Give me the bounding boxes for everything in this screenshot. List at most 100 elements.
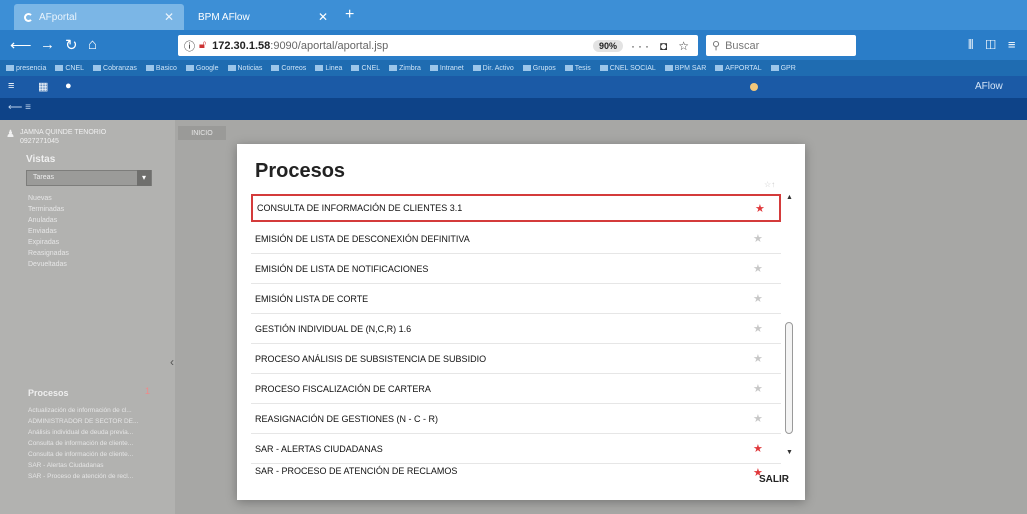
bookmark-item[interactable]: Noticias bbox=[228, 65, 263, 72]
close-icon[interactable]: ✕ bbox=[318, 10, 328, 24]
user-id: 0927271045 bbox=[20, 138, 59, 145]
bookmark-item[interactable]: Cobranzas bbox=[93, 65, 137, 72]
library-icon[interactable]: ⫴ bbox=[968, 37, 985, 52]
scroll-up-icon[interactable]: ▲ bbox=[786, 194, 793, 201]
vistas-item[interactable]: Enviadas bbox=[28, 226, 69, 237]
bookmark-item[interactable]: Linea bbox=[315, 65, 342, 72]
forward-icon[interactable]: → bbox=[40, 36, 55, 53]
process-row[interactable]: PROCESO FISCALIZACIÓN DE CARTERA ★ bbox=[251, 374, 781, 404]
favorite-star-icon[interactable]: ★ bbox=[753, 442, 763, 455]
process-row[interactable]: EMISIÓN DE LISTA DE NOTIFICACIONES ★ bbox=[251, 254, 781, 284]
tab-afportal[interactable]: AFportal ✕ bbox=[14, 4, 184, 30]
collapse-icon[interactable]: ‹ bbox=[170, 355, 174, 369]
favorite-star-icon[interactable]: ★ bbox=[755, 202, 765, 215]
chevron-down-icon[interactable]: ▾ bbox=[137, 170, 151, 186]
bookmarks-bar: presencia CNEL Cobranzas Basico Google Notici… bbox=[0, 60, 1027, 76]
back-arrow-icon[interactable]: ⟵ ≡ bbox=[8, 102, 31, 113]
bookmark-item[interactable]: CNEL SOCIAL bbox=[600, 65, 656, 72]
bookmark-item[interactable]: Zimbra bbox=[389, 65, 421, 72]
bookmark-item[interactable]: AFPORTAL bbox=[715, 65, 761, 72]
pocket-icon[interactable]: ◘ bbox=[660, 39, 670, 53]
search-input[interactable]: ⚲ Buscar bbox=[706, 35, 856, 56]
menu-icon[interactable]: ≡ bbox=[8, 80, 14, 92]
process-row[interactable]: PROCESO ANÁLISIS DE SUBSISTENCIA DE SUBS… bbox=[251, 344, 781, 374]
bookmark-item[interactable]: Google bbox=[186, 65, 219, 72]
process-row[interactable]: GESTIÓN INDIVIDUAL DE (N,C,R) 1.6 ★ bbox=[251, 314, 781, 344]
bookmark-item[interactable]: Basico bbox=[146, 65, 177, 72]
sidebar-process-item[interactable]: Análisis individual de deuda previa... bbox=[28, 427, 173, 438]
new-tab-icon[interactable]: + bbox=[345, 6, 354, 24]
tab-label: AFportal bbox=[39, 11, 77, 23]
search-placeholder: Buscar bbox=[725, 39, 760, 52]
bookmark-item[interactable]: BPM SAR bbox=[665, 65, 707, 72]
tab-inicio[interactable]: INICIO bbox=[178, 126, 226, 140]
process-label: REASIGNACIÓN DE GESTIONES (N - C - R) bbox=[255, 413, 439, 424]
process-row[interactable]: EMISIÓN LISTA DE CORTE ★ bbox=[251, 284, 781, 314]
process-row[interactable]: REASIGNACIÓN DE GESTIONES (N - C - R) ★ bbox=[251, 404, 781, 434]
page-actions-icon[interactable]: ··· bbox=[631, 39, 652, 53]
search-icon: ⚲ bbox=[712, 40, 721, 52]
sidebar-process-item[interactable]: Actualización de información de cl... bbox=[28, 405, 173, 416]
scroll-down-icon[interactable]: ▼ bbox=[786, 449, 793, 456]
scroll-thumb[interactable] bbox=[785, 322, 793, 434]
bookmark-star-icon[interactable]: ☆ bbox=[678, 39, 692, 53]
sidebar-process-item[interactable]: SAR - Proceso de atención de recl... bbox=[28, 471, 173, 482]
sidebar-process-item[interactable]: ADMINISTRADOR DE SECTOR DE... bbox=[28, 416, 173, 427]
url-bar[interactable]: ⓘ 🔓︎ 172.30.1.58 :9090/aportal/aportal.j… bbox=[178, 35, 698, 56]
star-icon[interactable]: ★ bbox=[753, 412, 763, 425]
url-path: :9090/aportal/aportal.jsp bbox=[270, 39, 389, 52]
status-dot bbox=[750, 83, 758, 91]
vistas-item[interactable]: Expiradas bbox=[28, 237, 69, 248]
zoom-indicator[interactable]: 90% bbox=[592, 39, 623, 52]
salir-button[interactable]: SALIR bbox=[759, 474, 789, 485]
bookmark-item[interactable]: Tesis bbox=[565, 65, 591, 72]
bookmark-item[interactable]: presencia bbox=[6, 65, 46, 72]
home-icon[interactable]: ⌂ bbox=[88, 36, 97, 53]
star-icon[interactable]: ★ bbox=[753, 232, 763, 245]
browser-nav-bar: ⟵ → ↻ ⌂ ⓘ 🔓︎ 172.30.1.58 :9090/aportal/a… bbox=[0, 30, 1027, 60]
grid-icon[interactable]: ▦ bbox=[38, 80, 48, 93]
process-row[interactable]: SAR - PROCESO DE ATENCIÓN DE RECLAMOS ★ bbox=[251, 464, 781, 478]
close-icon[interactable]: ✕ bbox=[164, 10, 174, 24]
bookmark-item[interactable]: CNEL bbox=[351, 65, 380, 72]
vistas-item[interactable]: Reasignadas bbox=[28, 248, 69, 259]
process-label: SAR - PROCESO DE ATENCIÓN DE RECLAMOS bbox=[255, 466, 458, 476]
process-row[interactable]: EMISIÓN DE LISTA DE DESCONEXIÓN DEFINITI… bbox=[251, 224, 781, 254]
bookmark-item[interactable]: Correos bbox=[271, 65, 306, 72]
vistas-item[interactable]: Devueltadas bbox=[28, 259, 69, 270]
vistas-select[interactable]: Tareas ▾ bbox=[26, 170, 152, 186]
vistas-item[interactable]: Terminadas bbox=[28, 204, 69, 215]
menu-icon[interactable]: ≡ bbox=[1008, 37, 1027, 52]
process-row[interactable]: CONSULTA DE INFORMACIÓN DE CLIENTES 3.1 ★ bbox=[251, 194, 781, 222]
vistas-select-value: Tareas bbox=[33, 174, 55, 181]
sidebar-icon[interactable]: ◫ bbox=[985, 37, 1007, 52]
process-label: SAR - ALERTAS CIUDADANAS bbox=[255, 443, 383, 454]
user-icon[interactable]: ● bbox=[65, 80, 72, 92]
user-name: JAMNA QUINDE TENORIO bbox=[20, 129, 107, 136]
bookmark-item[interactable]: GPR bbox=[771, 65, 796, 72]
bookmark-item[interactable]: Dir. Activo bbox=[473, 65, 514, 72]
star-icon[interactable]: ★ bbox=[753, 352, 763, 365]
scrollbar[interactable]: ▲ ▼ bbox=[785, 194, 795, 456]
insecure-lock-icon: 🔓︎ bbox=[199, 39, 207, 51]
process-row[interactable]: SAR - ALERTAS CIUDADANAS ★ bbox=[251, 434, 781, 464]
modal-title: Procesos bbox=[255, 160, 346, 182]
star-icon[interactable]: ★ bbox=[753, 322, 763, 335]
sidebar-process-item[interactable]: SAR - Alertas Ciudadanas bbox=[28, 460, 173, 471]
bookmark-item[interactable]: Intranet bbox=[430, 65, 464, 72]
star-icon[interactable]: ★ bbox=[753, 262, 763, 275]
process-label: EMISIÓN DE LISTA DE DESCONEXIÓN DEFINITI… bbox=[255, 233, 470, 244]
back-icon[interactable]: ⟵ bbox=[10, 36, 32, 54]
bookmark-item[interactable]: Grupos bbox=[523, 65, 556, 72]
vistas-item[interactable]: Anuladas bbox=[28, 215, 69, 226]
tab-bpm-aflow[interactable]: BPM AFlow ✕ bbox=[188, 4, 338, 30]
app-subheader: ⟵ ≡ bbox=[0, 98, 1027, 120]
info-icon[interactable]: ⓘ bbox=[184, 38, 195, 54]
sidebar-process-item[interactable]: Consulta de información de cliente... bbox=[28, 449, 173, 460]
vistas-item[interactable]: Nuevas bbox=[28, 193, 69, 204]
star-icon[interactable]: ★ bbox=[753, 382, 763, 395]
reload-icon[interactable]: ↻ bbox=[65, 36, 78, 54]
star-icon[interactable]: ★ bbox=[753, 292, 763, 305]
sidebar-process-item[interactable]: Consulta de información de cliente... bbox=[28, 438, 173, 449]
bookmark-item[interactable]: CNEL bbox=[55, 65, 84, 72]
